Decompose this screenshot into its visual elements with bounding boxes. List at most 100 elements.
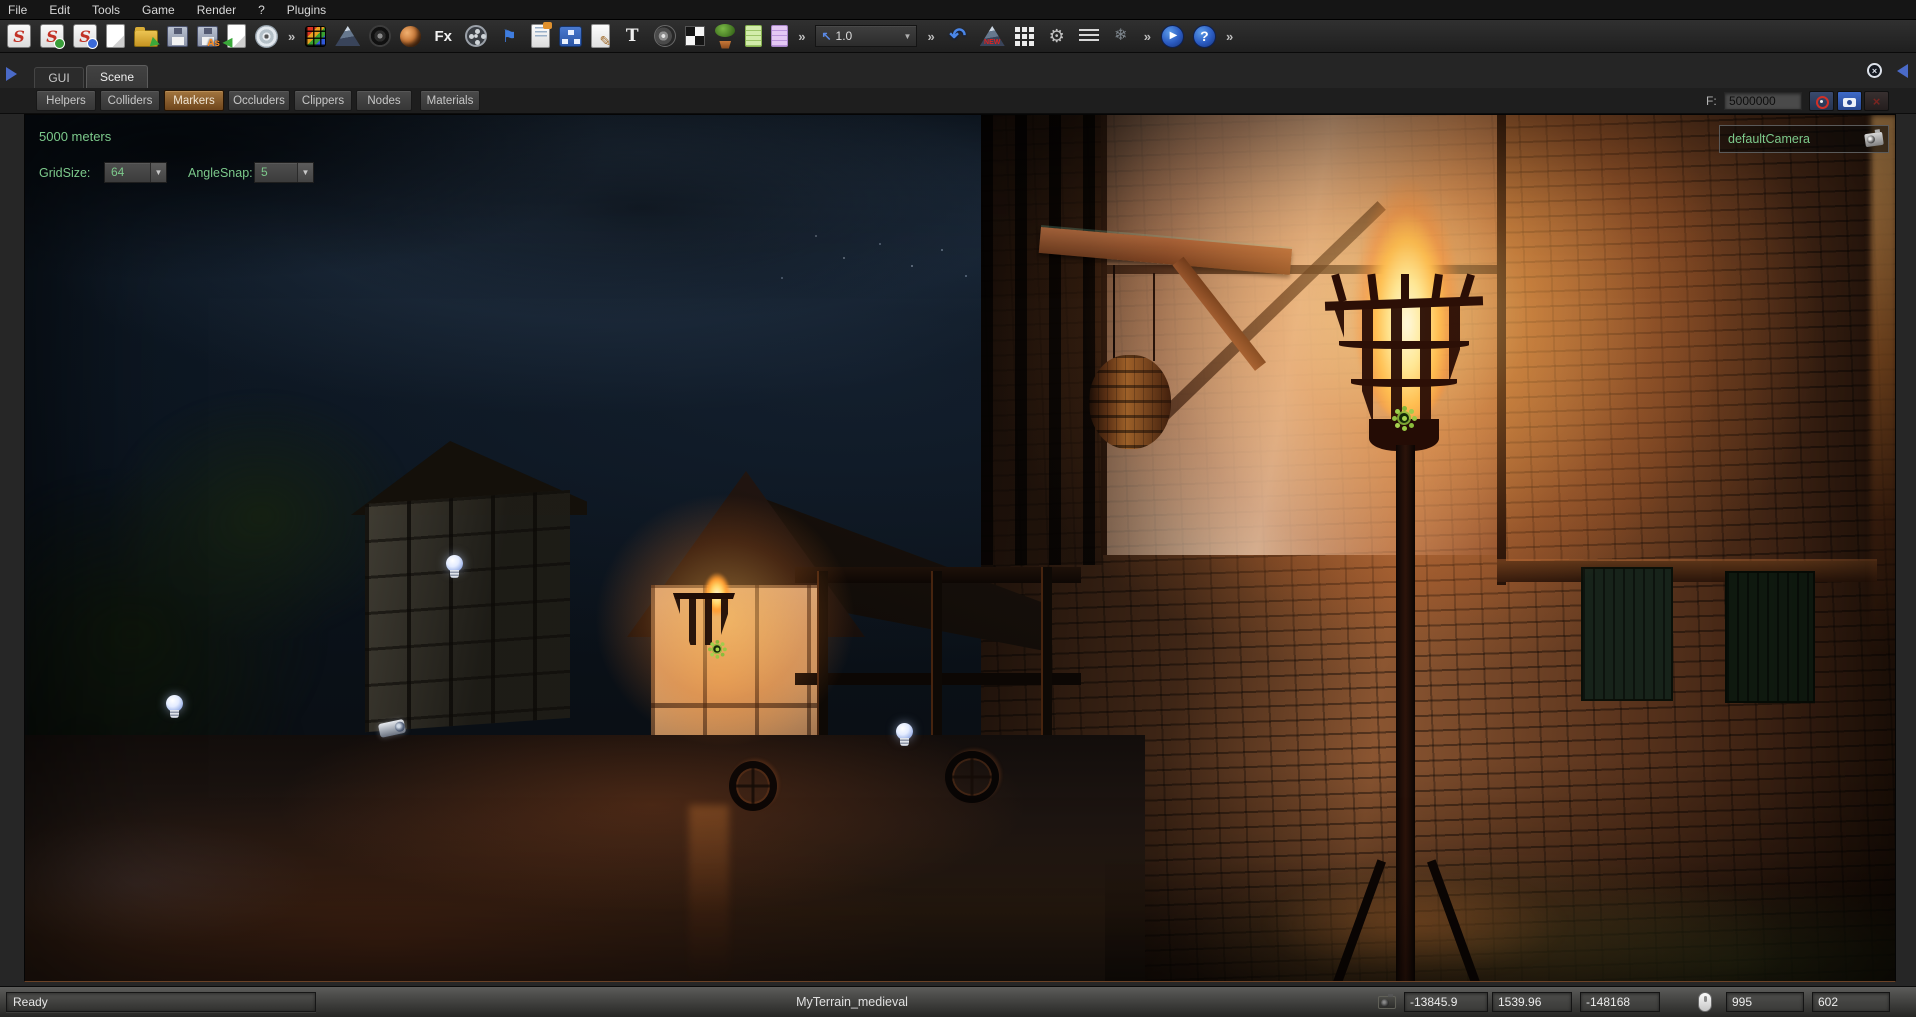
sound-icon[interactable] — [654, 25, 676, 47]
chevron-down-icon[interactable]: ▼ — [297, 163, 313, 182]
active-camera-box[interactable]: defaultCamera — [1719, 125, 1889, 153]
screenshot-camera-button[interactable] — [1837, 91, 1862, 111]
grid-icon[interactable] — [1014, 26, 1035, 47]
menu-bar: File Edit Tools Game Render? Plugins — [0, 0, 1916, 20]
scene-render — [25, 115, 1895, 981]
anglesnap-label: AngleSnap: — [188, 166, 253, 180]
scene-mode-bar: F: × HelpersCollidersMarkersOccludersCli… — [0, 88, 1916, 114]
collapse-panel-arrow-icon[interactable] — [1897, 64, 1908, 78]
fx-icon[interactable]: Fx — [430, 23, 456, 49]
overflow-chevron[interactable]: » — [288, 29, 295, 44]
light-bulb-gizmo[interactable] — [446, 555, 463, 579]
f-range-label: F: — [1706, 94, 1717, 108]
app-logo-save-icon[interactable]: S — [73, 24, 97, 48]
left-house — [365, 490, 570, 732]
menu-?[interactable]: ? — [258, 3, 265, 17]
mouse-coord-x: 995 — [1726, 992, 1804, 1012]
app-logo-icon[interactable]: S — [7, 24, 31, 48]
play-icon[interactable]: ▶ — [1161, 25, 1184, 48]
environment-checker-icon[interactable] — [685, 26, 705, 46]
lit-wall-edge — [1871, 115, 1895, 655]
camera-coord-y: 1539.96 — [1492, 992, 1572, 1012]
expand-panel-arrow-icon[interactable] — [6, 67, 17, 81]
script-icon[interactable] — [531, 24, 550, 48]
new-file-icon[interactable] — [106, 24, 125, 48]
speed-value: 1.0 — [836, 29, 900, 43]
camera-coord-z: -148168 — [1580, 992, 1660, 1012]
wagon-wheel — [945, 751, 999, 803]
save-as-icon[interactable]: As — [197, 26, 218, 47]
undo-icon[interactable]: ↶ — [945, 23, 971, 49]
world-icon[interactable]: × — [1867, 63, 1882, 78]
overflow-chevron[interactable]: » — [927, 29, 934, 44]
anglesnap-dropdown[interactable]: 5 ▼ — [254, 162, 314, 183]
mode-button-markers[interactable]: Markers — [164, 90, 224, 111]
tab-gui[interactable]: GUI — [34, 67, 84, 88]
snowflake-icon[interactable]: ❄ — [1108, 23, 1134, 49]
light-reflection — [1265, 875, 1565, 975]
mode-button-colliders[interactable]: Colliders — [100, 90, 160, 111]
node-tree-icon[interactable] — [559, 26, 582, 47]
mode-button-helpers[interactable]: Helpers — [36, 90, 96, 111]
export-cd-icon[interactable] — [255, 25, 278, 48]
particle-emitter-gizmo[interactable] — [1389, 403, 1419, 433]
main-toolbar: SSSAs»Fx⚑✎T»↖1.0▼»↶NEW⚙❄»▶?» — [0, 20, 1916, 53]
notepad-icon[interactable]: ✎ — [591, 24, 610, 48]
menu-render[interactable]: Render — [197, 3, 236, 17]
mode-button-materials[interactable]: Materials — [420, 90, 480, 111]
chevron-down-icon[interactable]: ▼ — [904, 32, 912, 41]
status-message: Ready — [6, 992, 316, 1012]
speed-select[interactable]: ↖1.0▼ — [815, 25, 917, 47]
view-range-label: 5000 meters — [39, 129, 111, 144]
tire-wheel-icon[interactable] — [369, 25, 391, 47]
waypoint-flag-icon[interactable]: ⚑ — [496, 23, 522, 49]
import-icon[interactable] — [227, 24, 246, 48]
film-reel-icon[interactable] — [465, 25, 487, 47]
terrain-icon[interactable] — [335, 26, 360, 46]
save-icon[interactable] — [167, 26, 188, 47]
gridsize-dropdown[interactable]: 64 ▼ — [104, 162, 167, 183]
terrain-new-icon[interactable]: NEW — [980, 26, 1005, 46]
focus-target-button[interactable] — [1809, 91, 1834, 111]
help-icon[interactable]: ? — [1193, 25, 1216, 48]
vegetation-icon[interactable] — [714, 24, 736, 49]
overflow-chevron[interactable]: » — [798, 29, 805, 44]
text-icon[interactable]: T — [619, 23, 645, 49]
menu-tools[interactable]: Tools — [92, 3, 120, 17]
menu-game[interactable]: Game — [142, 3, 175, 17]
purple-note-icon[interactable] — [771, 25, 788, 47]
mode-button-clippers[interactable]: Clippers — [294, 90, 352, 111]
open-folder-icon[interactable] — [134, 30, 158, 47]
console-lines-icon[interactable] — [1079, 29, 1099, 44]
particle-emitter-gizmo[interactable] — [706, 638, 729, 661]
menu-edit[interactable]: Edit — [49, 3, 70, 17]
menu-plugins[interactable]: Plugins — [287, 3, 326, 17]
settings-gear-icon[interactable]: ⚙ — [1044, 23, 1070, 49]
planet-icon[interactable] — [400, 26, 421, 47]
app-logo-open-icon[interactable]: S — [40, 24, 64, 48]
viewport-3d[interactable]: 5000 meters GridSize: 64 ▼ AngleSnap: 5 … — [24, 114, 1896, 982]
tab-scene[interactable]: Scene — [86, 65, 148, 88]
camera-icon — [1864, 131, 1884, 146]
camera-coord-x: -13845.9 — [1404, 992, 1488, 1012]
overflow-chevron[interactable]: » — [1226, 29, 1233, 44]
light-bulb-gizmo[interactable] — [166, 695, 183, 719]
green-note-icon[interactable] — [745, 25, 762, 47]
brazier-pole — [1396, 445, 1415, 981]
terrain-name-label: MyTerrain_medieval — [796, 995, 908, 1009]
light-reflection — [689, 805, 729, 981]
mouse-icon — [1698, 992, 1712, 1012]
mode-button-nodes[interactable]: Nodes — [356, 90, 412, 111]
mode-button-occluders[interactable]: Occluders — [228, 90, 290, 111]
clear-button[interactable]: × — [1864, 91, 1889, 111]
light-bulb-gizmo[interactable] — [896, 723, 913, 747]
gridsize-label: GridSize: — [39, 166, 90, 180]
mouse-coord-y: 602 — [1812, 992, 1890, 1012]
chevron-down-icon[interactable]: ▼ — [150, 163, 166, 182]
f-range-input[interactable] — [1724, 92, 1802, 110]
active-camera-name: defaultCamera — [1720, 132, 1865, 146]
menu-file[interactable]: File — [8, 3, 27, 17]
overflow-chevron[interactable]: » — [1144, 29, 1151, 44]
camera-icon — [1378, 996, 1396, 1009]
rubiks-cube-icon[interactable] — [305, 26, 326, 47]
